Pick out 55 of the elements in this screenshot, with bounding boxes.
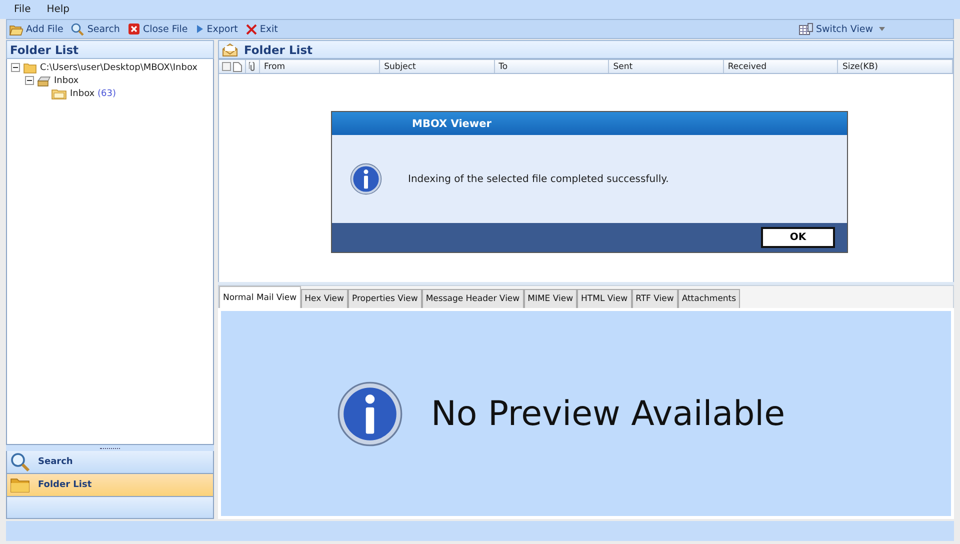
toolbar-button[interactable]: Search [71,22,120,36]
tab[interactable]: HTML View [577,289,632,308]
tab[interactable]: Normal Mail View [219,286,301,308]
nav-label: Folder List [38,480,92,490]
paperclip-icon [249,62,256,72]
tab[interactable]: Hex View [300,289,348,308]
nav-label: Search [38,457,73,467]
switch-view-button[interactable]: Switch View [799,20,953,38]
panel-title: Folder List [6,40,214,59]
search-icon [10,452,30,472]
tab[interactable]: Attachments [678,289,740,308]
column-header[interactable]: To [494,60,610,73]
column-header[interactable]: Received [724,60,838,73]
toolbar-button[interactable]: Add File [9,22,64,36]
collapse-toggle[interactable] [25,76,34,85]
collapse-toggle[interactable] [11,63,20,72]
tab[interactable]: MIME View [524,289,578,308]
table-icon [799,23,813,35]
column-header[interactable]: Sent [609,60,724,73]
panel-title: Folder List [244,42,313,56]
toolbar-button[interactable]: Close File [128,23,188,35]
tab[interactable]: RTF View [632,289,678,308]
folder-icon [10,477,30,493]
info-icon [350,163,382,195]
menu-item[interactable]: File [10,4,35,15]
no-preview-message: No Preview Available [430,394,786,434]
tab[interactable]: Message Header View [422,289,524,308]
tree-item[interactable]: Inbox (63) [70,88,116,98]
menu-item[interactable]: Help [42,4,74,15]
close-icon [128,23,140,35]
dialog-title: MBOX Viewer [332,112,847,135]
close-icon [246,24,257,34]
search-icon [71,22,84,36]
column-header[interactable]: Size(KB) [838,60,954,73]
mailbox-icon [37,74,51,86]
tree-item[interactable]: C:\Users\user\Desktop\MBOX\Inbox [40,62,198,72]
envelope-icon [222,42,238,56]
folder-icon [51,88,67,100]
ok-button[interactable]: OK [761,227,835,248]
column-header[interactable]: From [260,60,380,73]
dialog-message: Indexing of the selected file completed successfully. [408,174,669,184]
toolbar-button[interactable]: Export [196,24,238,34]
nav-item[interactable]: Search [6,451,214,474]
tab[interactable]: Properties View [348,289,422,308]
column-header[interactable]: Subject [380,60,495,73]
open-folder-icon [9,22,23,36]
toolbar-button[interactable]: Exit [246,24,278,34]
checkbox-icon [222,62,231,71]
info-icon [336,380,403,446]
caret-icon [878,27,885,31]
tree-item[interactable]: Inbox [54,76,79,86]
nav-item[interactable]: Folder List [6,474,214,497]
document-icon [233,62,242,72]
folder-icon [23,62,37,74]
play-icon [196,24,204,34]
